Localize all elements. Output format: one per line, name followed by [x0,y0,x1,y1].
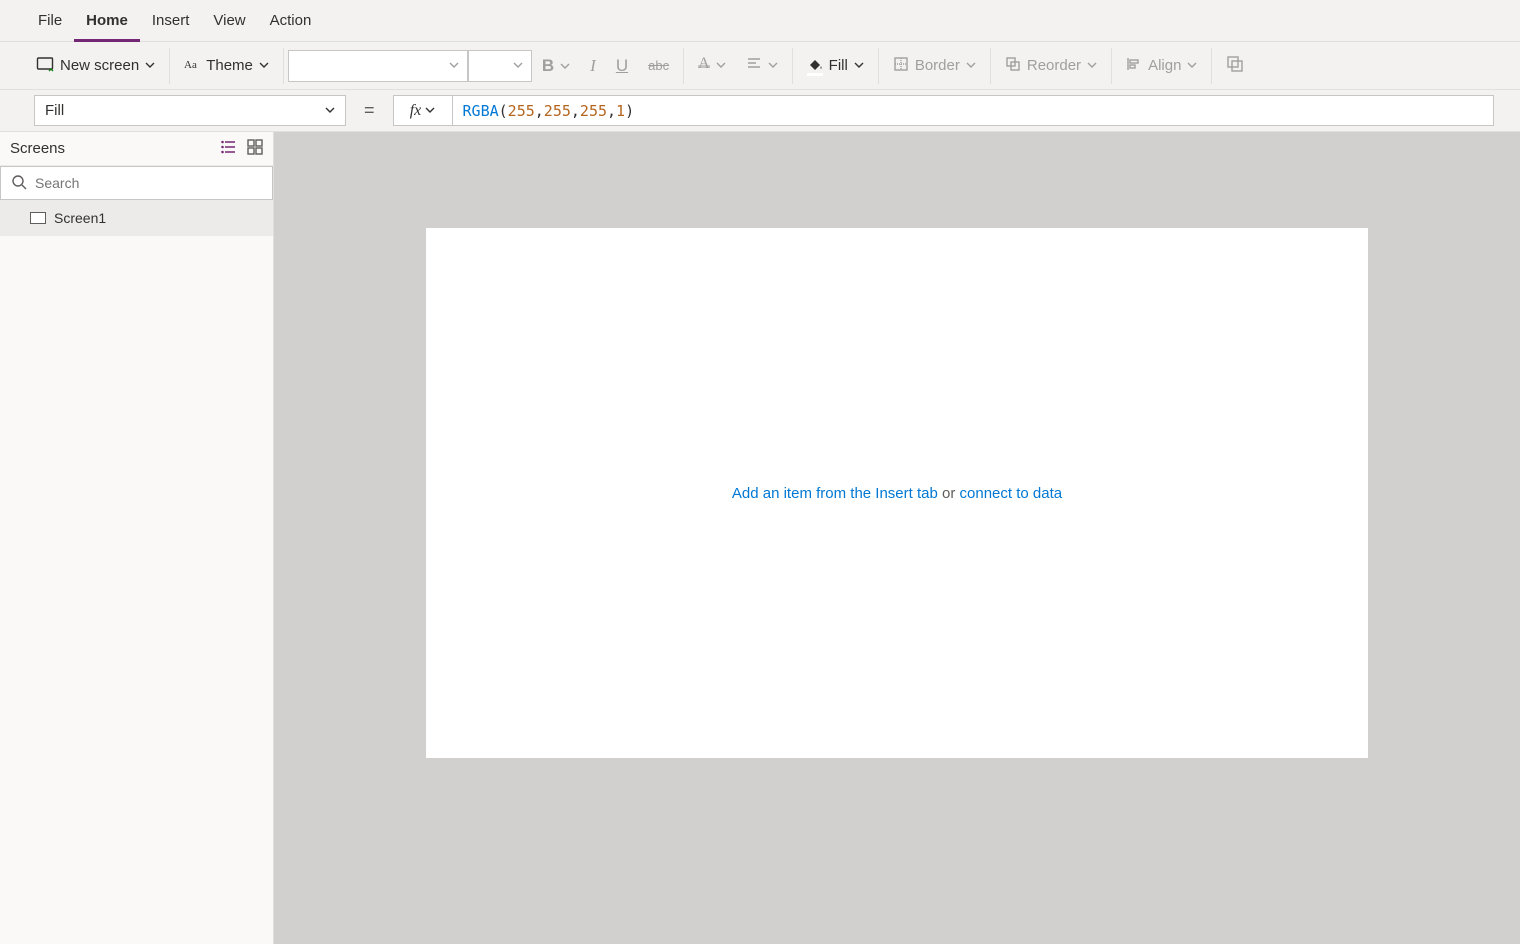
theme-icon: Aa [184,56,200,76]
property-select[interactable]: Fill [34,95,346,126]
border-button[interactable]: Border [883,42,986,90]
reorder-label: Reorder [1027,57,1081,74]
border-label: Border [915,57,960,74]
group-icon [1226,55,1244,77]
search-input[interactable] [0,166,273,200]
new-screen-label: New screen [60,57,139,74]
menu-action[interactable]: Action [258,0,324,42]
ribbon: New screen Aa Theme B I U abc A Fill [0,42,1520,90]
font-color-button[interactable]: A [688,42,736,90]
chevron-down-icon [513,57,523,74]
reorder-icon [1005,56,1021,76]
chevron-down-icon [145,57,155,74]
chevron-down-icon [325,102,335,119]
align-icon [1126,56,1142,76]
fx-label: fx [410,102,422,120]
menu-file[interactable]: File [26,0,74,42]
canvas[interactable]: Add an item from the Insert tab or conne… [426,228,1368,758]
formula-input[interactable]: RGBA(255, 255, 255, 1) [453,95,1494,126]
border-icon [893,56,909,76]
canvas-area: Add an item from the Insert tab or conne… [274,132,1520,944]
align-label: Align [1148,57,1181,74]
chevron-down-icon [854,57,864,74]
screen-icon [30,212,46,224]
list-view-icon[interactable] [221,139,237,159]
search-icon [11,174,27,193]
menu-view[interactable]: View [201,0,257,42]
strikethrough-button[interactable]: abc [638,42,679,90]
search-field[interactable] [35,175,262,191]
font-select[interactable] [288,50,468,82]
connect-data-link[interactable]: connect to data [960,485,1063,502]
chevron-down-icon [560,56,570,76]
align-button[interactable]: Align [1116,42,1207,90]
paint-bucket-icon [807,56,823,76]
chevron-down-icon [425,102,435,120]
fill-button[interactable]: Fill [797,42,874,90]
chevron-down-icon [1187,57,1197,74]
screen-icon [36,55,54,77]
svg-text:Aa: Aa [184,59,197,71]
text-align-icon [746,56,762,76]
theme-button[interactable]: Aa Theme [174,42,279,90]
insert-tab-link[interactable]: Add an item from the Insert tab [732,485,938,502]
thumbnail-view-icon[interactable] [247,139,263,159]
fill-label: Fill [829,57,848,74]
menubar: File Home Insert View Action [0,0,1520,42]
formula-bar: Fill = fx RGBA(255, 255, 255, 1) [0,90,1520,132]
italic-button[interactable]: I [580,42,606,90]
equals-sign: = [364,95,375,126]
menu-home[interactable]: Home [74,0,140,42]
tree-view-title: Screens [10,140,65,157]
main: Screens Screen1 Add an item from [0,132,1520,944]
group-button[interactable] [1216,42,1254,90]
chevron-down-icon [966,57,976,74]
chevron-down-icon [449,57,459,74]
new-screen-button[interactable]: New screen [26,42,165,90]
chevron-down-icon [768,57,778,74]
tree-item-screen1[interactable]: Screen1 [0,200,273,236]
tree-view-pane: Screens Screen1 [0,132,274,944]
font-color-icon: A [698,64,710,68]
fx-button[interactable]: fx [393,95,453,126]
reorder-button[interactable]: Reorder [995,42,1107,90]
text-align-button[interactable] [736,42,788,90]
chevron-down-icon [259,57,269,74]
theme-label: Theme [206,57,253,74]
menu-insert[interactable]: Insert [140,0,202,42]
bold-button[interactable]: B [532,42,580,90]
property-label: Fill [45,102,64,119]
font-size-select[interactable] [468,50,532,82]
canvas-empty-message: Add an item from the Insert tab or conne… [732,485,1062,502]
underline-button[interactable]: U [606,42,638,90]
tree-item-label: Screen1 [54,210,106,226]
tree-view-header: Screens [0,132,273,166]
chevron-down-icon [716,57,726,74]
chevron-down-icon [1087,57,1097,74]
